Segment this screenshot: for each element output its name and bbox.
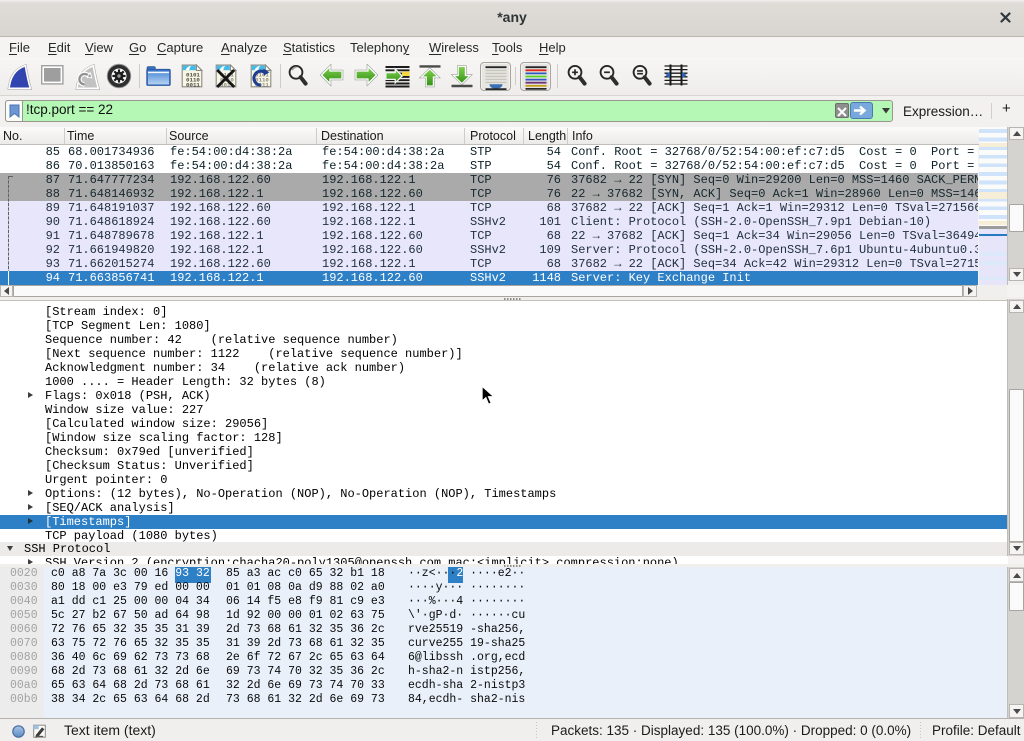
svg-text:0011: 0011 [186,81,200,88]
